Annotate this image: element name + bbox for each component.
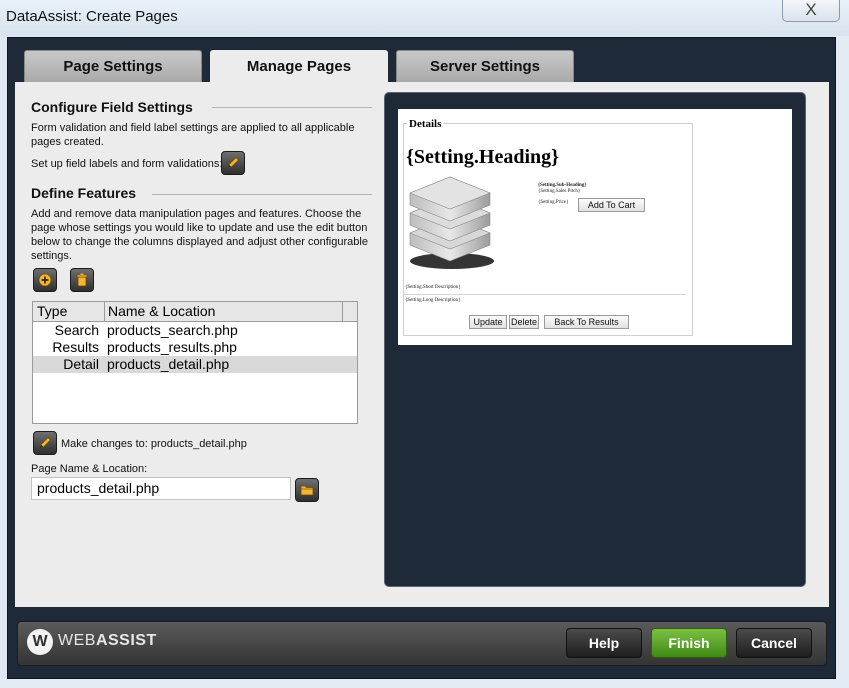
pencil-icon bbox=[39, 436, 52, 449]
features-heading: Define Features bbox=[31, 185, 137, 201]
preview-legend: Details bbox=[407, 118, 444, 130]
list-item[interactable]: Results products_results.php bbox=[33, 339, 357, 356]
list-item[interactable]: Search products_search.php bbox=[33, 322, 357, 339]
preview-sub-heading: {Setting.Sub-Heading} bbox=[538, 183, 587, 188]
setup-label: Set up field labels and form validations… bbox=[31, 158, 223, 170]
browse-button[interactable] bbox=[295, 478, 319, 502]
section-divider bbox=[152, 194, 372, 195]
preview-short-description: {Setting.Short Description} bbox=[405, 285, 461, 290]
back-to-results-button[interactable]: Back To Results bbox=[544, 315, 629, 329]
edit-page-label: Make changes to: products_detail.php bbox=[61, 438, 247, 450]
page-preview: Details {Setting.Heading} {Setting.Sub-H… bbox=[398, 109, 792, 345]
configure-description-2: pages created. bbox=[31, 136, 104, 148]
wordmark-bold: ASSIST bbox=[95, 632, 157, 649]
edit-field-settings-button[interactable] bbox=[221, 151, 245, 175]
window-border-right bbox=[836, 36, 849, 688]
wordmark-light: WEB bbox=[58, 632, 96, 649]
folder-icon bbox=[300, 485, 314, 496]
tab-page-settings[interactable]: Page Settings bbox=[24, 50, 202, 82]
page-name-label: Page Name & Location: bbox=[31, 463, 148, 475]
pencil-icon bbox=[227, 156, 240, 169]
window-border-bottom bbox=[0, 679, 849, 688]
page-name: products_search.php bbox=[107, 322, 238, 338]
list-header: Type Name & Location bbox=[33, 302, 357, 322]
features-description-4: settings. bbox=[31, 250, 72, 262]
help-button[interactable]: Help bbox=[566, 628, 642, 658]
column-header-name[interactable]: Name & Location bbox=[105, 302, 343, 321]
page-name: products_results.php bbox=[107, 339, 237, 355]
features-description-3: below to change the columns displayed an… bbox=[31, 236, 368, 248]
preview-heading: {Setting.Heading} bbox=[406, 146, 559, 168]
tab-manage-pages[interactable]: Manage Pages bbox=[210, 50, 388, 83]
configure-description-1: Form validation and field label settings… bbox=[31, 122, 355, 134]
column-header-type[interactable]: Type bbox=[33, 302, 105, 321]
page-name-field[interactable]: products_detail.php bbox=[31, 477, 291, 500]
cancel-button[interactable]: Cancel bbox=[736, 628, 812, 658]
finish-button[interactable]: Finish bbox=[651, 628, 727, 658]
plus-icon bbox=[38, 273, 52, 287]
product-image bbox=[409, 176, 494, 269]
window-title: DataAssist: Create Pages bbox=[6, 8, 178, 25]
delete-button[interactable]: Delete bbox=[509, 315, 539, 329]
page-type: Search bbox=[54, 322, 99, 338]
page-type: Detail bbox=[63, 356, 99, 372]
edit-page-button[interactable] bbox=[33, 431, 57, 455]
features-description-2: page whose settings you would like to up… bbox=[31, 222, 368, 234]
list-item-selected[interactable]: Detail products_detail.php bbox=[33, 356, 357, 373]
page-type: Results bbox=[52, 339, 99, 355]
delete-page-button[interactable] bbox=[70, 268, 94, 292]
pages-list[interactable]: Type Name & Location Search products_sea… bbox=[32, 301, 358, 424]
page-name: products_detail.php bbox=[107, 356, 230, 372]
features-description-1: Add and remove data manipulation pages a… bbox=[31, 208, 362, 220]
update-button[interactable]: Update bbox=[469, 315, 507, 329]
preview-sales-pitch: {Setting.Sales Pitch} bbox=[538, 189, 581, 194]
trash-icon bbox=[76, 273, 88, 287]
preview-long-description: {Setting.Long Description} bbox=[405, 298, 461, 303]
configure-heading: Configure Field Settings bbox=[31, 99, 193, 115]
webassist-logo: W bbox=[27, 629, 53, 655]
webassist-wordmark: WEBASSIST bbox=[58, 632, 157, 650]
add-page-button[interactable] bbox=[33, 268, 57, 292]
tab-server-settings[interactable]: Server Settings bbox=[396, 50, 574, 82]
add-to-cart-button[interactable]: Add To Cart bbox=[578, 198, 645, 212]
preview-divider bbox=[404, 294, 686, 295]
section-divider bbox=[212, 107, 372, 108]
close-button[interactable]: X bbox=[782, 0, 840, 22]
preview-price: {Setting.Price} bbox=[538, 200, 569, 205]
